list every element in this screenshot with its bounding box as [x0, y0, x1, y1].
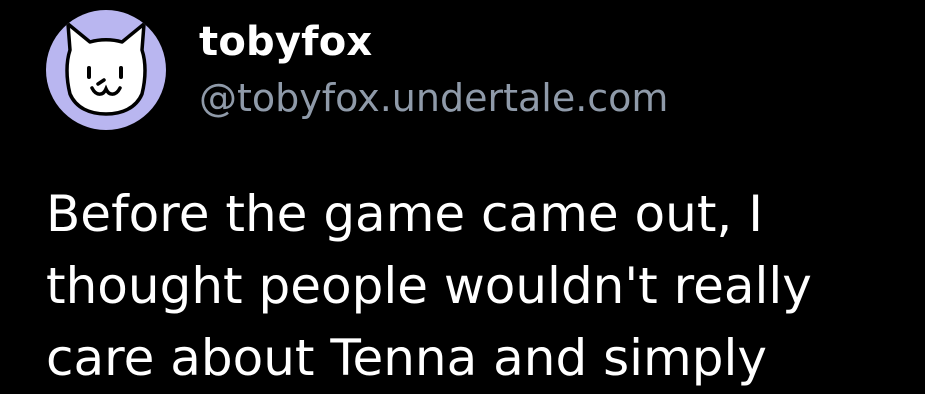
author-display-name[interactable]: tobyfox: [199, 17, 668, 67]
post-header: tobyfox @tobyfox.undertale.com: [46, 10, 668, 130]
author-handle[interactable]: @tobyfox.undertale.com: [199, 73, 668, 123]
avatar[interactable]: [46, 10, 166, 130]
post-card: tobyfox @tobyfox.undertale.com Before th…: [0, 0, 925, 387]
author-names: tobyfox @tobyfox.undertale.com: [199, 17, 668, 123]
post-text: Before the game came out, I thought peop…: [46, 185, 812, 387]
white-dog-face-icon: [65, 22, 147, 116]
